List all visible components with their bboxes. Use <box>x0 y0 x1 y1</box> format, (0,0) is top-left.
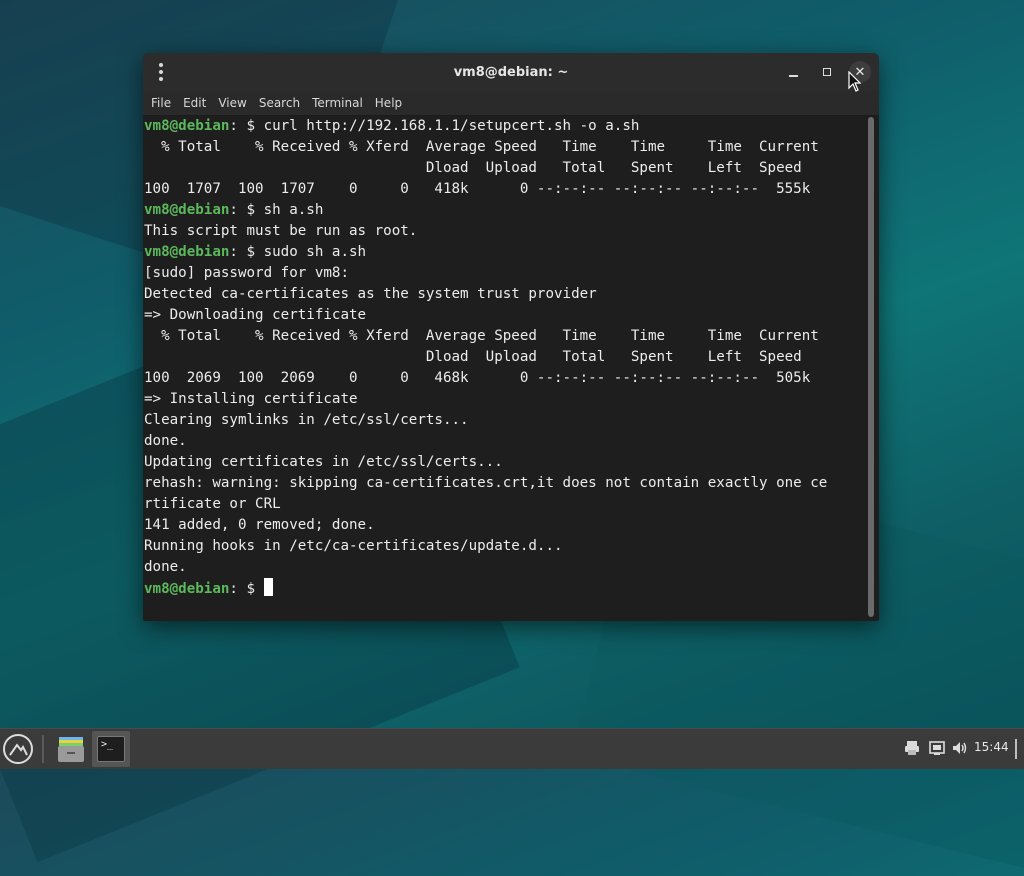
output-text: Dload Upload Total Spent Left Speed <box>144 160 802 176</box>
output-text: % Total % Received % Xferd Average Speed… <box>144 139 819 155</box>
terminal-output[interactable]: vm8@debian: $ curl http://192.168.1.1/se… <box>144 116 864 621</box>
output-text: Detected ca-certificates as the system t… <box>144 286 597 302</box>
command-text: sh a.sh <box>263 202 324 218</box>
output-text: Dload Upload Total Spent Left Speed <box>144 349 802 365</box>
start-menu-icon <box>9 743 28 756</box>
terminal-output-line: done. <box>144 431 864 452</box>
terminal-window: vm8@debian: ~ ✕ File Edit View Search Te… <box>143 53 879 621</box>
prompt-symbol: : $ <box>229 581 264 597</box>
scrollbar-thumb[interactable] <box>868 117 874 617</box>
output-text: Clearing symlinks in /etc/ssl/certs... <box>144 412 469 428</box>
terminal-output-line: % Total % Received % Xferd Average Speed… <box>144 137 864 158</box>
output-text: => Downloading certificate <box>144 307 367 323</box>
command-text: sudo sh a.sh <box>263 244 367 260</box>
terminal-output-line: done. <box>144 557 864 578</box>
window-title: vm8@debian: ~ <box>453 64 569 80</box>
title-bar[interactable]: vm8@debian: ~ ✕ <box>143 53 879 91</box>
terminal-output-line: 100 1707 100 1707 0 0 418k 0 --:--:-- --… <box>144 179 864 200</box>
terminal-output-line: Running hooks in /etc/ca-certificates/up… <box>144 536 864 557</box>
terminal-output-line: => Downloading certificate <box>144 305 864 326</box>
volume-icon[interactable] <box>951 739 969 757</box>
prompt-user-host: vm8@debian <box>144 118 230 134</box>
menu-help[interactable]: Help <box>369 96 408 110</box>
output-text: done. <box>144 559 187 575</box>
maximize-icon <box>823 68 831 76</box>
terminal-output-line: [sudo] password for vm8: <box>144 263 864 284</box>
network-icon[interactable] <box>928 739 946 757</box>
terminal-output-line: rehash: warning: skipping ca-certificate… <box>144 473 864 494</box>
terminal-output-line: rtificate or CRL <box>144 494 864 515</box>
terminal-prompt-line: vm8@debian: $ curl http://192.168.1.1/se… <box>144 116 864 137</box>
output-text: [sudo] password for vm8: <box>144 265 349 281</box>
taskbar-terminal-button[interactable]: >_ <box>92 731 130 767</box>
mouse-pointer-icon <box>848 71 862 92</box>
files-icon <box>58 737 84 762</box>
prompt-user-host: vm8@debian <box>144 202 230 218</box>
output-text: rehash: warning: skipping ca-certificate… <box>144 475 828 491</box>
terminal-output-line: Updating certificates in /etc/ssl/certs.… <box>144 452 864 473</box>
printer-icon[interactable] <box>903 739 921 757</box>
prompt-user-host: vm8@debian <box>144 244 230 260</box>
prompt-symbol: : $ <box>229 244 264 260</box>
start-menu-button[interactable] <box>3 734 33 764</box>
output-text: Updating certificates in /etc/ssl/certs.… <box>144 454 503 470</box>
menu-view[interactable]: View <box>212 96 252 110</box>
terminal-output-line: Dload Upload Total Spent Left Speed <box>144 347 864 368</box>
show-desktop-icon[interactable] <box>1013 737 1019 761</box>
command-text: curl http://192.168.1.1/setupcert.sh -o … <box>263 118 640 134</box>
output-text: 100 2069 100 2069 0 0 468k 0 --:--:-- --… <box>144 370 811 386</box>
output-text: => Installing certificate <box>144 391 358 407</box>
output-text: This script must be run as root. <box>144 223 418 239</box>
maximize-button[interactable] <box>816 61 838 83</box>
terminal-prompt-line: vm8@debian: $ <box>144 578 864 599</box>
menu-file[interactable]: File <box>145 96 177 110</box>
menu-edit[interactable]: Edit <box>177 96 212 110</box>
menu-terminal[interactable]: Terminal <box>306 96 369 110</box>
taskbar-separator <box>42 735 44 763</box>
output-text: rtificate or CRL <box>144 496 281 512</box>
menu-bar: File Edit View Search Terminal Help <box>143 91 879 116</box>
prompt-symbol: : $ <box>229 202 264 218</box>
terminal-output-line: Detected ca-certificates as the system t… <box>144 284 864 305</box>
clock[interactable]: 15:44 <box>974 740 1009 754</box>
terminal-output-line: => Installing certificate <box>144 389 864 410</box>
output-text: 100 1707 100 1707 0 0 418k 0 --:--:-- --… <box>144 181 811 197</box>
prompt-user-host: vm8@debian <box>144 581 230 597</box>
window-menu-icon[interactable] <box>151 62 171 82</box>
taskbar-files-button[interactable] <box>55 733 87 765</box>
prompt-symbol: : $ <box>229 118 264 134</box>
terminal-output-line: % Total % Received % Xferd Average Speed… <box>144 326 864 347</box>
terminal-output-line: Dload Upload Total Spent Left Speed <box>144 158 864 179</box>
minimize-icon <box>788 74 798 77</box>
taskbar: >_ 15:44 <box>0 728 1024 769</box>
output-text: % Total % Received % Xferd Average Speed… <box>144 328 819 344</box>
terminal-prompt-line: vm8@debian: $ sh a.sh <box>144 200 864 221</box>
terminal-prompt-line: vm8@debian: $ sudo sh a.sh <box>144 242 864 263</box>
terminal-icon: >_ <box>97 736 125 762</box>
terminal-output-line: 141 added, 0 removed; done. <box>144 515 864 536</box>
output-text: 141 added, 0 removed; done. <box>144 517 375 533</box>
terminal-output-line: This script must be run as root. <box>144 221 864 242</box>
text-cursor <box>263 578 273 596</box>
menu-search[interactable]: Search <box>253 96 306 110</box>
terminal-output-line: Clearing symlinks in /etc/ssl/certs... <box>144 410 864 431</box>
minimize-button[interactable] <box>782 61 804 83</box>
scrollbar[interactable] <box>867 117 875 617</box>
output-text: done. <box>144 433 187 449</box>
output-text: Running hooks in /etc/ca-certificates/up… <box>144 538 563 554</box>
terminal-output-line: 100 2069 100 2069 0 0 468k 0 --:--:-- --… <box>144 368 864 389</box>
